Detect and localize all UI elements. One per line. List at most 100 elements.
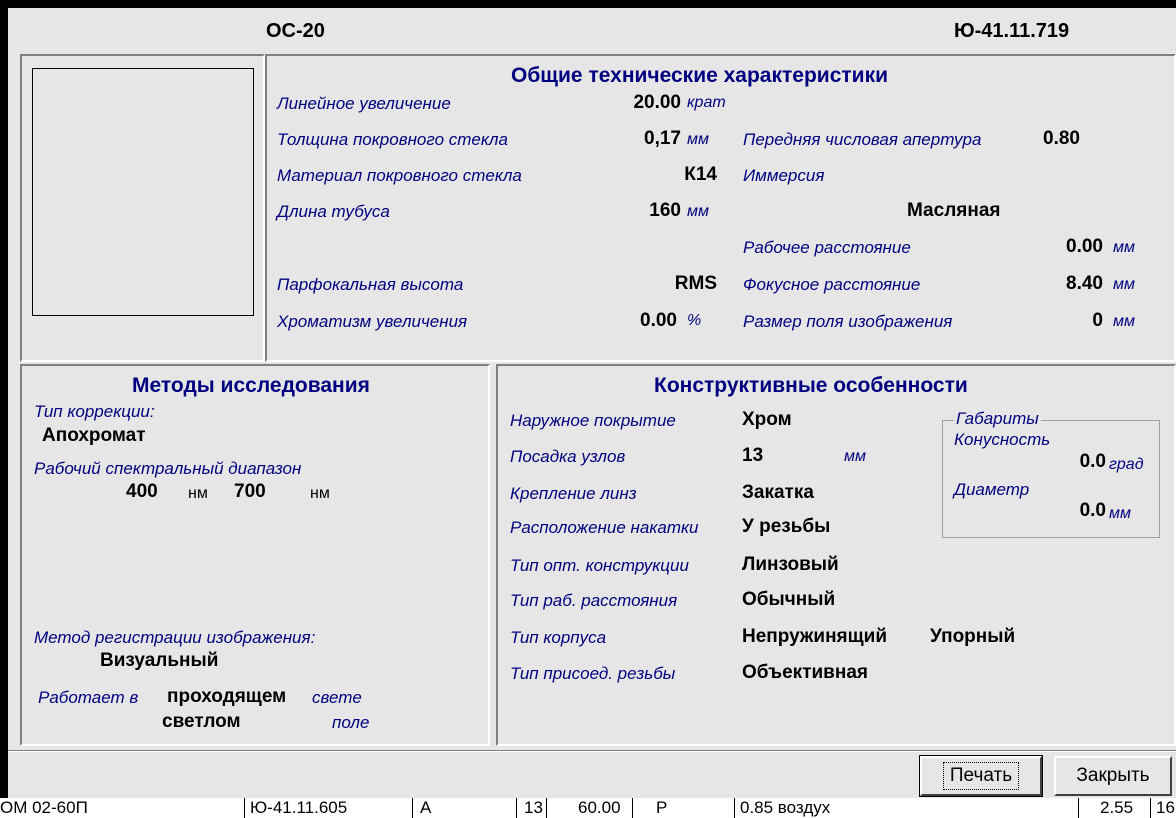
field-size-value: 0 (1092, 310, 1103, 331)
works-in-field-value: светлом (162, 711, 241, 732)
cover-material-value: К14 (684, 164, 717, 185)
focal-length-value: 8.40 (1066, 273, 1103, 294)
field-size-label: Размер поля изображения (743, 312, 953, 331)
lens-mount-label: Крепление линз (510, 484, 637, 503)
chromatism-value: 0.00 (640, 310, 677, 331)
methods-panel: Методы исследования Тип коррекции: Апохр… (20, 364, 490, 746)
bg-grid-line (734, 798, 735, 818)
bg-grid-line (1078, 798, 1079, 818)
cover-thickness-value: 0,17 (644, 128, 681, 149)
work-dist-type-value: Обычный (742, 589, 836, 610)
focal-length-label: Фокусное расстояние (743, 275, 921, 294)
immersion-label: Иммерсия (743, 166, 825, 185)
design-title: Конструктивные особенности (654, 374, 968, 397)
bg-cell-4: 13 (524, 798, 543, 817)
knurl-value: У резьбы (742, 516, 831, 537)
immersion-value: Масляная (907, 200, 1001, 221)
model-code: Ю-41.11.719 (954, 20, 1070, 42)
optics-type-label: Тип опт. конструкции (510, 556, 689, 575)
correction-label: Тип коррекции: (34, 402, 155, 421)
fit-label: Посадка узлов (510, 447, 626, 466)
taper-value: 0.0 (1079, 451, 1106, 472)
works-in-field-suffix: поле (332, 713, 370, 732)
methods-title: Методы исследования (132, 374, 370, 397)
diameter-unit: мм (1109, 505, 1131, 522)
diameter-label: Диаметр (954, 480, 1030, 499)
image-panel (20, 54, 265, 362)
working-distance-value: 0.00 (1066, 236, 1103, 257)
spectral-to-unit: нм (310, 485, 330, 502)
works-in-light-value: проходящем (167, 686, 287, 707)
close-button-label: Закрыть (1076, 765, 1150, 786)
bg-cell-2: Ю-41.11.605 (250, 798, 348, 817)
lens-mount-value: Закатка (742, 482, 814, 503)
spectral-from: 400 (126, 481, 158, 502)
bg-cell-3: А (420, 798, 432, 817)
coating-label: Наружное покрытие (510, 411, 676, 430)
tube-length-unit: мм (687, 203, 709, 220)
objective-details-window: ОС-20 Ю-41.11.719 Общие технические хара… (8, 8, 1176, 798)
bg-grid-line (516, 798, 517, 818)
parfocal-value: RMS (674, 273, 717, 294)
magnification-label: Линейное увеличение (277, 94, 451, 113)
close-button[interactable]: Закрыть (1054, 756, 1172, 796)
bg-cell-7: 0.85 воздух (740, 798, 831, 817)
thread-type-label: Тип присоед. резьбы (510, 664, 676, 683)
fit-value: 13 (742, 445, 764, 466)
registration-value: Визуальный (100, 650, 219, 671)
works-in-light-suffix: свете (312, 688, 362, 707)
work-dist-type-label: Тип раб. расстояния (510, 591, 678, 610)
tube-length-value: 160 (649, 200, 681, 221)
bg-grid-line (632, 798, 633, 818)
correction-value: Апохромат (42, 425, 146, 446)
cover-material-label: Материал покровного стекла (277, 166, 522, 185)
bg-grid-line (244, 798, 245, 818)
background-table-row[interactable]: ОМ 02-60П Ю-41.11.605 А 13 60.00 Р 0.85 … (0, 798, 1176, 818)
design-panel: Конструктивные особенности Наружное покр… (496, 364, 1176, 746)
bottom-separator (8, 750, 1176, 752)
bg-grid-line (1150, 798, 1151, 818)
bg-cell-9: 16 (1156, 798, 1175, 817)
coating-value: Хром (742, 409, 792, 430)
bg-grid-line (412, 798, 413, 818)
working-distance-unit: мм (1113, 239, 1135, 256)
focal-length-unit: мм (1113, 276, 1135, 293)
spectral-label: Рабочий спектральный диапазон (34, 459, 302, 478)
bg-grid-line (546, 798, 547, 818)
chromatism-unit: % (687, 312, 702, 329)
chromatism-label: Хроматизм увеличения (277, 312, 468, 331)
fit-unit: мм (844, 448, 866, 465)
cover-thickness-unit: мм (687, 131, 709, 148)
bg-cell-1: ОМ 02-60П (0, 798, 88, 817)
optics-type-value: Линзовый (742, 554, 839, 575)
registration-label: Метод регистрации изображения: (34, 628, 316, 647)
print-button-label: Печать (942, 762, 1020, 790)
aperture-label: Передняя числовая апертура (743, 130, 982, 149)
taper-unit: град (1109, 456, 1144, 473)
diameter-value: 0.0 (1079, 500, 1106, 521)
print-button[interactable]: Печать (919, 755, 1043, 797)
objective-image-frame (32, 68, 254, 316)
bg-cell-8: 2.55 (1100, 798, 1134, 817)
general-title: Общие технические характеристики (511, 64, 888, 87)
model-name: ОС-20 (266, 20, 325, 42)
field-size-unit: мм (1113, 313, 1135, 330)
body-type-value-2: Упорный (930, 626, 1016, 647)
aperture-value: 0.80 (1043, 128, 1080, 149)
spectral-from-unit: нм (188, 485, 208, 502)
tube-length-label: Длина тубуса (277, 202, 390, 221)
dimensions-legend: Габариты (954, 409, 1041, 429)
thread-type-value: Объективная (742, 662, 868, 683)
bg-cell-6: Р (656, 798, 668, 817)
bg-cell-5: 60.00 (578, 798, 621, 817)
magnification-unit: крат (687, 94, 726, 111)
works-in-label: Работает в (38, 688, 139, 707)
body-type-label: Тип корпуса (510, 628, 607, 647)
taper-label: Конусность (954, 430, 1051, 449)
knurl-label: Расположение накатки (510, 518, 699, 537)
magnification-value: 20.00 (633, 92, 681, 113)
general-characteristics-panel: Общие технические характеристики Линейно… (265, 54, 1176, 362)
cover-thickness-label: Толщина покровного стекла (277, 130, 508, 149)
body-type-value-1: Непружинящий (742, 626, 888, 647)
spectral-to: 700 (234, 481, 266, 502)
